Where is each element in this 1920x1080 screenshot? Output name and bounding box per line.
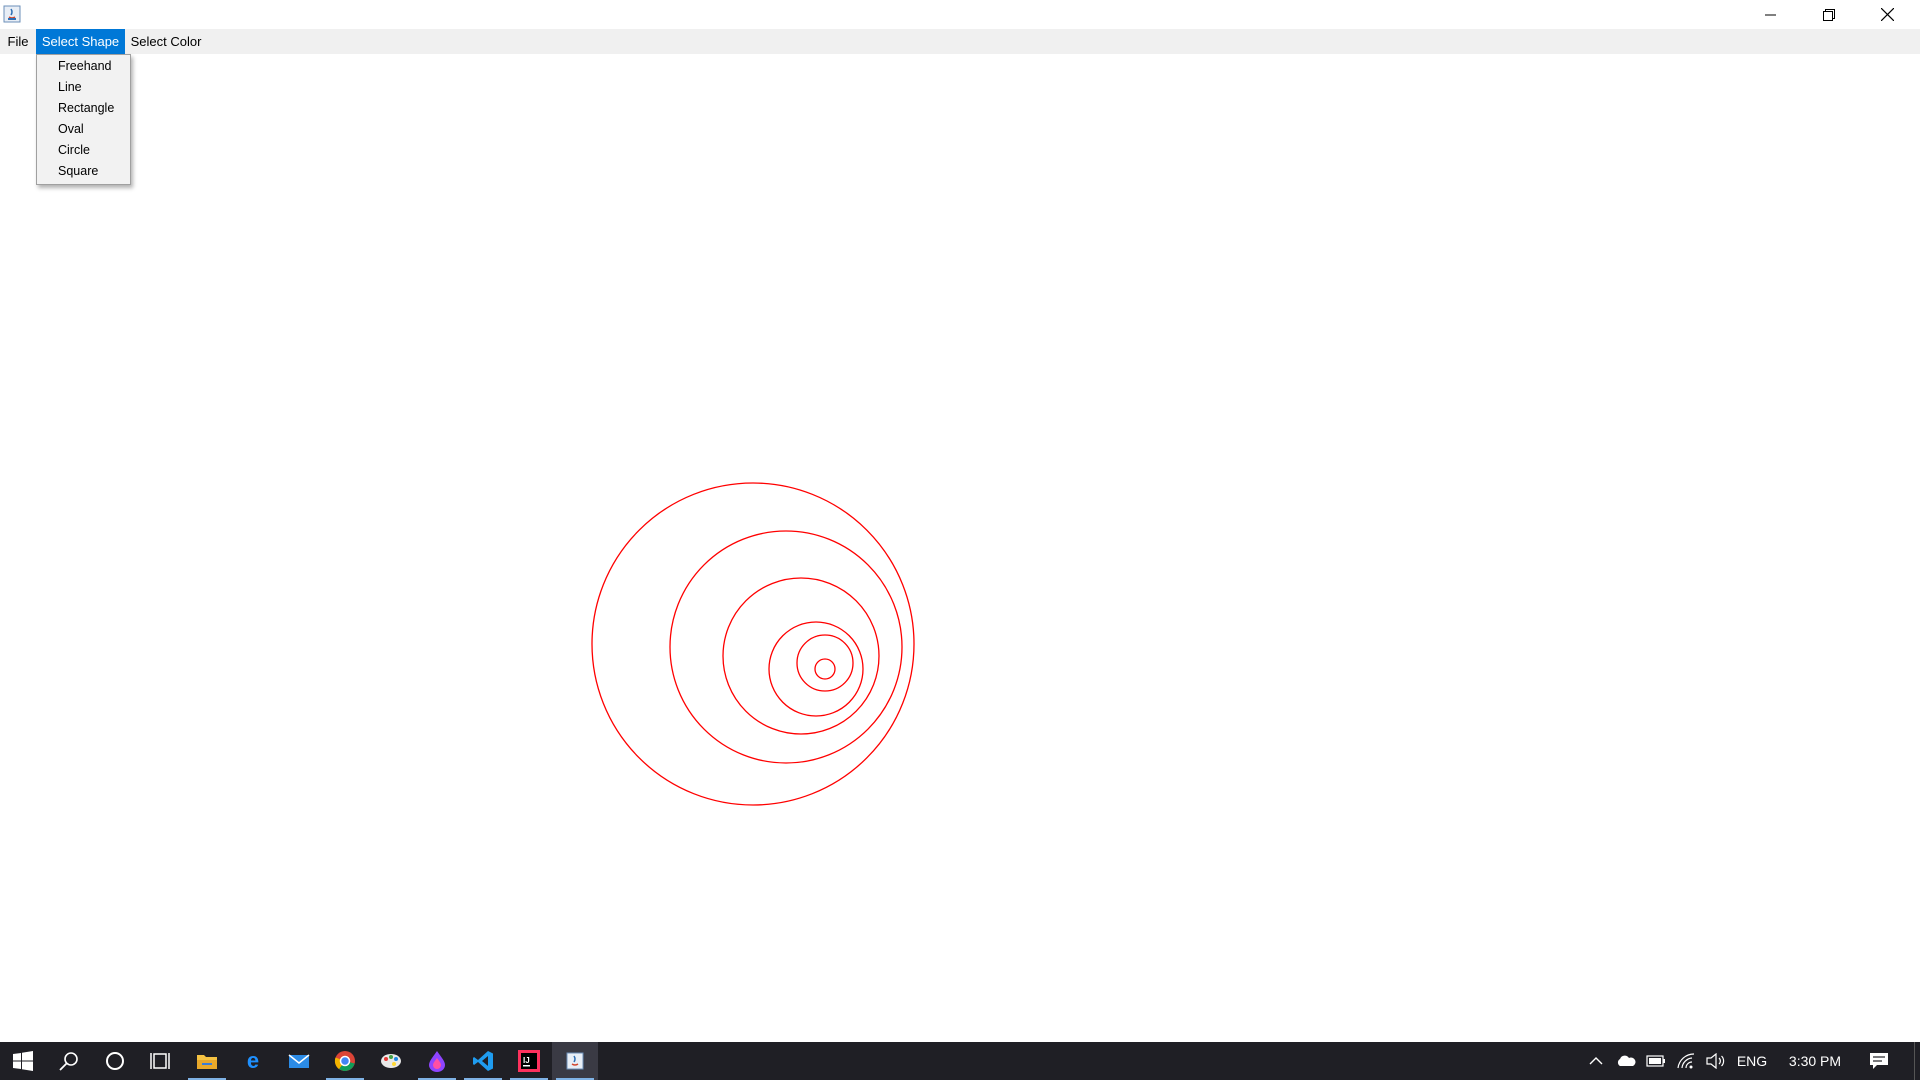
vscode-icon: [473, 1051, 493, 1071]
shapes-layer: [591, 482, 915, 806]
drawn-circle: [814, 658, 836, 680]
menu-file[interactable]: File: [1, 29, 35, 54]
title-bar: [0, 0, 1920, 29]
search-button[interactable]: [46, 1042, 92, 1080]
task-view-icon: [150, 1053, 170, 1069]
select-shape-dropdown: Freehand Line Rectangle Oval Circle Squa…: [36, 54, 131, 185]
start-button[interactable]: [0, 1042, 46, 1080]
taskbar-paint[interactable]: [368, 1042, 414, 1080]
clock[interactable]: 3:30 PM: [1780, 1042, 1850, 1080]
taskbar-file-explorer[interactable]: [184, 1042, 230, 1080]
battery-icon: [1646, 1055, 1665, 1067]
svg-text:IJ: IJ: [523, 1056, 530, 1065]
speaker-icon: [1706, 1053, 1725, 1069]
drawing-canvas[interactable]: [0, 54, 1920, 1042]
chevron-up-icon: [1589, 1057, 1603, 1065]
volume-button[interactable]: [1702, 1042, 1730, 1080]
menu-item-oval[interactable]: Oval: [37, 119, 130, 140]
taskbar-edge[interactable]: e: [230, 1042, 276, 1080]
taskbar-mail[interactable]: [276, 1042, 322, 1080]
cortana-icon: [106, 1052, 124, 1070]
close-icon: [1880, 8, 1894, 21]
chrome-icon: [334, 1051, 355, 1071]
taskbar-intellij[interactable]: IJ: [506, 1042, 552, 1080]
java-app-icon[interactable]: [2, 4, 22, 24]
restore-icon: [1823, 8, 1835, 21]
drawn-circle: [796, 634, 854, 692]
close-button[interactable]: [1858, 0, 1916, 29]
menu-item-circle[interactable]: Circle: [37, 140, 130, 161]
taskbar-drop-app[interactable]: [414, 1042, 460, 1080]
menu-select-shape[interactable]: Select Shape: [36, 29, 125, 54]
minimize-icon: [1765, 14, 1776, 15]
show-hidden-icons-button[interactable]: [1582, 1042, 1610, 1080]
taskbar-vscode[interactable]: [460, 1042, 506, 1080]
menu-item-line[interactable]: Line: [37, 77, 130, 98]
menu-item-rectangle[interactable]: Rectangle: [37, 98, 130, 119]
menu-item-square[interactable]: Square: [37, 161, 130, 182]
java-app-icon: [566, 1052, 584, 1070]
taskbar-java-app[interactable]: [552, 1042, 598, 1080]
restore-button[interactable]: [1800, 0, 1858, 29]
intellij-icon: IJ: [518, 1050, 540, 1072]
onedrive-button[interactable]: [1612, 1042, 1640, 1080]
file-explorer-icon: [197, 1055, 217, 1069]
mail-icon: [288, 1054, 310, 1068]
notification-icon: [1870, 1053, 1888, 1069]
menu-bar: File Select Shape Select Color: [0, 29, 1920, 54]
battery-button[interactable]: [1642, 1042, 1670, 1080]
edge-icon: e: [247, 1050, 259, 1072]
minimize-button[interactable]: [1742, 0, 1800, 29]
menu-item-freehand[interactable]: Freehand: [37, 56, 130, 77]
paint-icon: [381, 1054, 401, 1068]
wifi-icon: [1677, 1053, 1695, 1069]
menu-select-color[interactable]: Select Color: [126, 29, 206, 54]
drawn-circle: [722, 577, 880, 735]
start-icon: [13, 1051, 33, 1071]
drop-app-icon: [429, 1051, 445, 1072]
drawn-circle: [591, 482, 915, 806]
search-icon: [59, 1052, 78, 1071]
action-center-button[interactable]: [1856, 1042, 1902, 1080]
network-button[interactable]: [1672, 1042, 1700, 1080]
task-view-button[interactable]: [138, 1042, 184, 1080]
taskbar: e IJ ENG 3:30 PM: [0, 1042, 1920, 1080]
taskbar-chrome[interactable]: [322, 1042, 368, 1080]
drawn-circle: [669, 530, 903, 764]
svg-text:e: e: [247, 1050, 259, 1072]
input-language[interactable]: ENG: [1732, 1042, 1772, 1080]
show-desktop-button[interactable]: [1914, 1042, 1920, 1080]
cortana-button[interactable]: [92, 1042, 138, 1080]
cloud-icon: [1617, 1055, 1636, 1066]
